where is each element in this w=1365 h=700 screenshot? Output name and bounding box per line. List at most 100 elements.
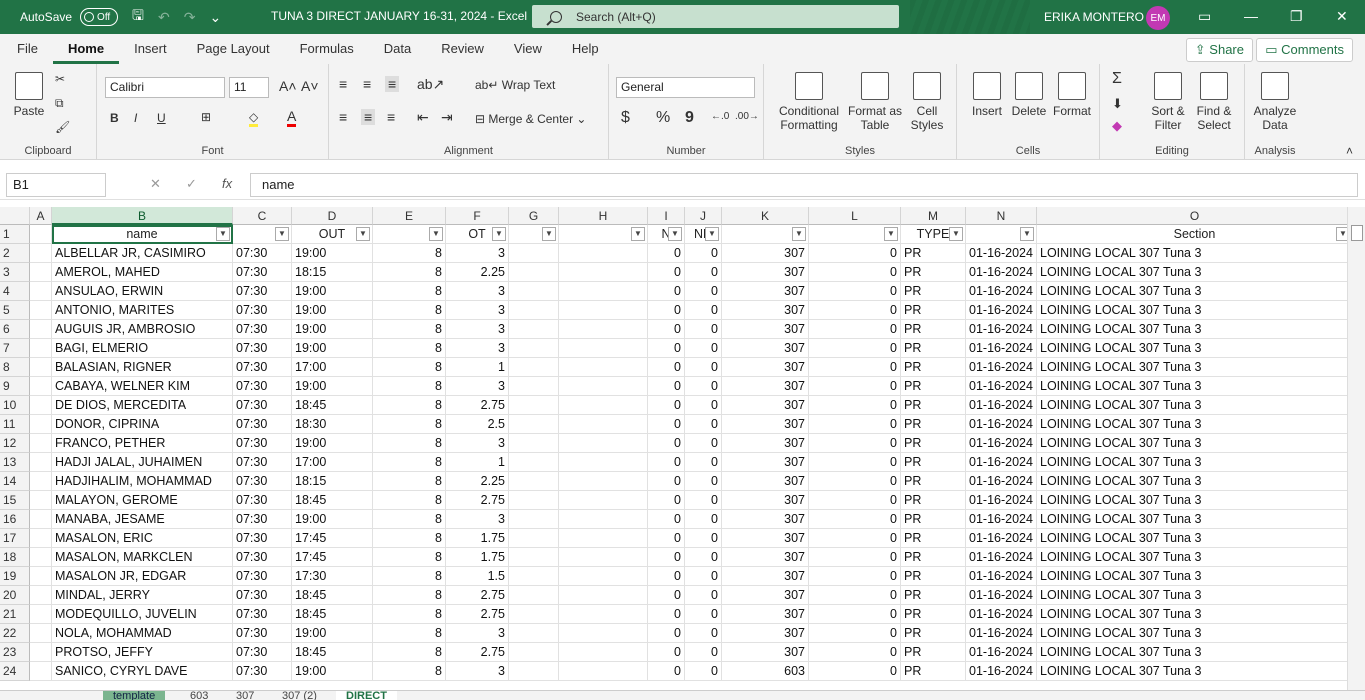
table-cell-b[interactable]: SANICO, CYRYL DAVE — [52, 662, 233, 681]
table-cell-m[interactable]: PR — [901, 282, 966, 301]
table-cell-f[interactable]: 1.75 — [446, 529, 509, 548]
table-cell-c[interactable]: 07:30 — [233, 377, 292, 396]
table-cell-i[interactable]: 0 — [648, 358, 685, 377]
table-cell-c[interactable]: 07:30 — [233, 396, 292, 415]
header-cell-g[interactable]: ▼ — [509, 225, 559, 244]
table-cell-k[interactable]: 307 — [722, 586, 809, 605]
table-cell-e[interactable]: 8 — [373, 605, 446, 624]
vertical-scrollbar[interactable] — [1347, 207, 1365, 693]
filter-dropdown-icon[interactable]: ▼ — [429, 227, 443, 241]
table-cell-b[interactable]: MASALON, MARKCLEN — [52, 548, 233, 567]
table-cell-l[interactable]: 0 — [809, 377, 901, 396]
table-cell-d[interactable]: 19:00 — [292, 301, 373, 320]
table-cell-j[interactable]: 0 — [685, 263, 722, 282]
table-cell-a[interactable] — [30, 548, 52, 567]
conditional-formatting-button[interactable]: Conditional Formatting — [772, 72, 846, 132]
table-cell-i[interactable]: 0 — [648, 548, 685, 567]
quick-access-dropdown-icon[interactable]: ⌄ — [209, 9, 221, 26]
table-cell-c[interactable]: 07:30 — [233, 453, 292, 472]
table-cell-m[interactable]: PR — [901, 472, 966, 491]
table-cell-f[interactable]: 2.75 — [446, 586, 509, 605]
table-cell-i[interactable]: 0 — [648, 586, 685, 605]
sheet-tab-307[interactable]: 307 — [226, 691, 264, 700]
table-cell-e[interactable]: 8 — [373, 453, 446, 472]
table-cell-e[interactable]: 8 — [373, 472, 446, 491]
filter-dropdown-icon[interactable]: ▼ — [356, 227, 370, 241]
table-cell-o[interactable]: LOINING LOCAL 307 Tuna 3 — [1037, 567, 1347, 586]
borders-icon[interactable]: ⊞ — [201, 110, 211, 124]
table-cell-e[interactable]: 8 — [373, 662, 446, 681]
table-cell-a[interactable] — [30, 358, 52, 377]
table-cell-h[interactable] — [559, 263, 648, 282]
column-header-f[interactable]: F — [446, 207, 509, 225]
row-header[interactable]: 5 — [0, 301, 30, 320]
table-cell-a[interactable] — [30, 567, 52, 586]
table-cell-c[interactable]: 07:30 — [233, 339, 292, 358]
table-cell-o[interactable]: LOINING LOCAL 307 Tuna 3 — [1037, 358, 1347, 377]
table-cell-a[interactable] — [30, 320, 52, 339]
table-cell-l[interactable]: 0 — [809, 434, 901, 453]
table-cell-n[interactable]: 01-16-2024 — [966, 320, 1037, 339]
table-cell-j[interactable]: 0 — [685, 624, 722, 643]
table-cell-n[interactable]: 01-16-2024 — [966, 662, 1037, 681]
number-format-box[interactable]: General — [616, 77, 755, 98]
table-cell-c[interactable]: 07:30 — [233, 415, 292, 434]
table-cell-f[interactable]: 2.5 — [446, 415, 509, 434]
table-cell-g[interactable] — [509, 320, 559, 339]
share-button[interactable]: ⇪ Share — [1185, 38, 1253, 62]
table-cell-f[interactable]: 3 — [446, 510, 509, 529]
table-cell-b[interactable]: CABAYA, WELNER KIM — [52, 377, 233, 396]
table-cell-j[interactable]: 0 — [685, 434, 722, 453]
table-cell-e[interactable]: 8 — [373, 358, 446, 377]
table-cell-j[interactable]: 0 — [685, 548, 722, 567]
table-cell-c[interactable]: 07:30 — [233, 358, 292, 377]
header-cell-m[interactable]: TYPE ▼ — [901, 225, 966, 244]
table-cell-i[interactable]: 0 — [648, 453, 685, 472]
sort-filter-button[interactable]: Sort & Filter — [1146, 72, 1190, 132]
table-cell-o[interactable]: LOINING LOCAL 307 Tuna 3 — [1037, 244, 1347, 263]
table-cell-o[interactable]: LOINING LOCAL 307 Tuna 3 — [1037, 263, 1347, 282]
table-cell-g[interactable] — [509, 605, 559, 624]
table-cell-b[interactable]: MANABA, JESAME — [52, 510, 233, 529]
table-cell-k[interactable]: 307 — [722, 453, 809, 472]
table-cell-f[interactable]: 3 — [446, 339, 509, 358]
table-cell-j[interactable]: 0 — [685, 358, 722, 377]
table-cell-n[interactable]: 01-16-2024 — [966, 434, 1037, 453]
table-cell-h[interactable] — [559, 472, 648, 491]
header-cell-b[interactable]: name ▼ — [52, 225, 233, 244]
table-cell-j[interactable]: 0 — [685, 586, 722, 605]
tab-data[interactable]: Data — [369, 34, 426, 64]
orientation-icon[interactable]: ab↗ — [417, 76, 444, 93]
table-cell-l[interactable]: 0 — [809, 567, 901, 586]
row-header[interactable]: 1 — [0, 225, 30, 244]
table-cell-j[interactable]: 0 — [685, 567, 722, 586]
table-cell-f[interactable]: 2.25 — [446, 472, 509, 491]
table-cell-l[interactable]: 0 — [809, 358, 901, 377]
table-cell-h[interactable] — [559, 567, 648, 586]
table-cell-j[interactable]: 0 — [685, 301, 722, 320]
table-cell-h[interactable] — [559, 415, 648, 434]
table-cell-i[interactable]: 0 — [648, 244, 685, 263]
header-cell-l[interactable]: ▼ — [809, 225, 901, 244]
table-cell-f[interactable]: 2.75 — [446, 396, 509, 415]
table-cell-a[interactable] — [30, 415, 52, 434]
worksheet-grid[interactable]: A B C D E F G H I J K L M N O 1 name ▼ ▼ OUT ▼ ▼ OT ▼ ▼ ▼ N ▼ ND ▼ ▼ ▼ T… — [0, 207, 1347, 693]
table-cell-b[interactable]: BALASIAN, RIGNER — [52, 358, 233, 377]
table-cell-c[interactable]: 07:30 — [233, 567, 292, 586]
table-cell-h[interactable] — [559, 358, 648, 377]
table-cell-e[interactable]: 8 — [373, 529, 446, 548]
table-cell-o[interactable]: LOINING LOCAL 307 Tuna 3 — [1037, 339, 1347, 358]
tab-home[interactable]: Home — [52, 34, 120, 64]
table-cell-l[interactable]: 0 — [809, 396, 901, 415]
filter-dropdown-icon[interactable]: ▼ — [1336, 227, 1347, 241]
table-cell-o[interactable]: LOINING LOCAL 307 Tuna 3 — [1037, 301, 1347, 320]
table-cell-o[interactable]: LOINING LOCAL 307 Tuna 3 — [1037, 624, 1347, 643]
row-header[interactable]: 8 — [0, 358, 30, 377]
table-cell-b[interactable]: HADJI JALAL, JUHAIMEN — [52, 453, 233, 472]
table-cell-b[interactable]: MASALON JR, EDGAR — [52, 567, 233, 586]
row-header[interactable]: 16 — [0, 510, 30, 529]
table-cell-d[interactable]: 18:15 — [292, 472, 373, 491]
table-cell-k[interactable]: 307 — [722, 548, 809, 567]
table-cell-l[interactable]: 0 — [809, 643, 901, 662]
decrease-decimal-icon[interactable]: .00→ — [735, 111, 759, 122]
